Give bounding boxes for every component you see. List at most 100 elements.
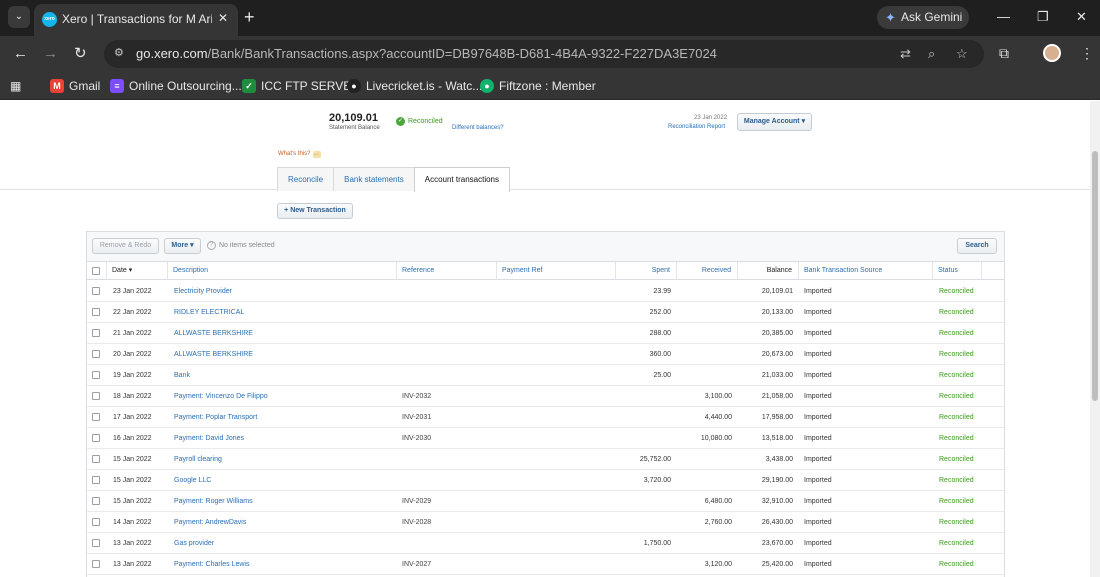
row-description-link[interactable]: Payment: Charles Lewis (174, 554, 394, 575)
row-description-link[interactable]: Google LLC (174, 470, 394, 491)
table-row[interactable]: 18 Jan 2022 Payment: Vincenzo De Filippo I… (87, 386, 1004, 407)
table-row[interactable]: 20 Jan 2022 ALLWASTE BERKSHIRE 360.00 20,67… (87, 344, 1004, 365)
browser-tab-active[interactable]: xero Xero | Transactions for M Arif Ali … (34, 4, 238, 36)
zoom-icon[interactable]: ⌕ (928, 46, 935, 62)
row-description-link[interactable]: Payment: AndrewDavis (174, 512, 394, 533)
page-scrollbar[interactable] (1090, 101, 1100, 577)
col-received[interactable]: Received (677, 262, 738, 280)
table-row[interactable]: 15 Jan 2022 Payment: Roger Williams INV-20… (87, 491, 1004, 512)
bookmark-online-outsourcing[interactable]: ≡ Online Outsourcing... (110, 78, 242, 94)
tab-reconcile[interactable]: Reconcile (277, 167, 335, 191)
row-checkbox[interactable] (92, 455, 100, 463)
row-spent: 3,720.00 (643, 477, 671, 484)
manage-account-button[interactable]: Manage Account ▾ (737, 113, 812, 131)
row-checkbox[interactable] (92, 476, 100, 484)
tab-account-transactions[interactable]: Account transactions (413, 167, 510, 192)
translate-icon[interactable]: ⇄ (900, 46, 911, 62)
row-checkbox[interactable] (92, 434, 100, 442)
row-description-link[interactable]: Electricity Provider (174, 281, 394, 302)
table-row[interactable]: 19 Jan 2022 Bank 25.00 21,033.00 Imported Rec… (87, 365, 1004, 386)
different-balances-link[interactable]: Different balances? (452, 125, 504, 131)
bookmark-label: ICC FTP SERVER (261, 79, 360, 93)
table-row[interactable]: 13 Jan 2022 Gas provider 1,750.00 23,670.00… (87, 533, 1004, 554)
table-row[interactable]: 14 Jan 2022 Payment: AndrewDavis INV-2028 2… (87, 512, 1004, 533)
url-host: go.xero.com (136, 46, 208, 61)
row-checkbox[interactable] (92, 518, 100, 526)
row-checkbox[interactable] (92, 287, 100, 295)
col-payment-ref[interactable]: Payment Ref (497, 262, 616, 280)
forward-arrow-icon[interactable]: → (43, 44, 58, 64)
row-description-link[interactable]: Payment: Roger Williams (174, 491, 394, 512)
row-description-link[interactable]: Payment: Vincenzo De Filippo (174, 386, 394, 407)
row-description-link[interactable]: Payroll clearing (174, 449, 394, 470)
reload-icon[interactable]: ↻ (74, 44, 87, 64)
tab-bank-statements[interactable]: Bank statements (333, 167, 415, 191)
row-checkbox[interactable] (92, 497, 100, 505)
bookmark-gmail[interactable]: M Gmail (50, 78, 100, 94)
table-row[interactable]: 16 Jan 2022 Payment: David Jones INV-2030 1… (87, 428, 1004, 449)
bookmark-icc-ftp[interactable]: ✓ ICC FTP SERVER (242, 78, 360, 94)
row-description-link[interactable]: Payment: David Jones (174, 428, 394, 449)
col-description[interactable]: Description (168, 262, 397, 280)
col-reference[interactable]: Reference (397, 262, 497, 280)
row-checkbox[interactable] (92, 371, 100, 379)
bookmark-fiftzone[interactable]: ● Fiftzone : Member (480, 78, 596, 94)
row-checkbox[interactable] (92, 560, 100, 568)
back-arrow-icon[interactable]: ← (13, 44, 28, 64)
col-date[interactable]: Date ▾ (107, 262, 168, 280)
table-row[interactable]: 21 Jan 2022 ALLWASTE BERKSHIRE 288.00 20,38… (87, 323, 1004, 344)
row-reference: INV-2032 (402, 393, 432, 400)
row-date: 20 Jan 2022 (113, 351, 152, 358)
search-button[interactable]: Search (957, 238, 997, 254)
scrollbar-thumb[interactable] (1092, 151, 1098, 401)
col-spent[interactable]: Spent (616, 262, 677, 280)
table-row[interactable]: 22 Jan 2022 RIDLEY ELECTRICAL 252.00 20,133… (87, 302, 1004, 323)
reconciliation-report-link[interactable]: Reconciliation Report (668, 124, 725, 130)
remove-redo-button[interactable]: Remove & Redo (92, 238, 159, 254)
bookmark-star-icon[interactable]: ☆ (956, 46, 968, 62)
row-description-link[interactable]: ALLWASTE BERKSHIRE (174, 344, 394, 365)
site-info-icon[interactable]: ⚙ (114, 46, 128, 60)
row-checkbox[interactable] (92, 350, 100, 358)
profile-avatar[interactable] (1043, 44, 1061, 62)
table-row[interactable]: 17 Jan 2022 Payment: Poplar Transport INV-… (87, 407, 1004, 428)
table-row[interactable]: 13 Jan 2022 Payment: Charles Lewis INV-202… (87, 554, 1004, 575)
bookmark-livecricket[interactable]: ● Livecricket.is - Watc... (347, 78, 482, 94)
row-balance: 21,033.00 (761, 372, 793, 379)
row-checkbox[interactable] (92, 308, 100, 316)
restore-window-icon[interactable]: ❐ (1037, 8, 1049, 26)
row-description-link[interactable]: RIDLEY ELECTRICAL (174, 302, 394, 323)
row-received (677, 449, 732, 470)
col-status[interactable]: Status (933, 262, 982, 280)
col-balance[interactable]: Balance (738, 262, 799, 280)
table-row[interactable]: 23 Jan 2022 Electricity Provider 23.99 20,1… (87, 281, 1004, 302)
help-question-icon[interactable]: ? (207, 241, 216, 250)
row-description-link[interactable]: Payment: Poplar Transport (174, 407, 394, 428)
new-transaction-button[interactable]: + New Transaction (277, 203, 353, 219)
extensions-puzzle-icon[interactable]: ⧉ (999, 45, 1009, 62)
address-bar[interactable]: ⚙ go.xero.com/Bank/BankTransactions.aspx… (104, 40, 984, 68)
url-text[interactable]: go.xero.com/Bank/BankTransactions.aspx?a… (136, 46, 717, 61)
row-description-link[interactable]: Bank (174, 365, 394, 386)
row-spent (616, 554, 671, 575)
whats-this-link[interactable]: What's this?… (278, 151, 321, 158)
apps-grid-icon[interactable]: ▦ (10, 78, 21, 94)
close-window-icon[interactable]: ✕ (1076, 8, 1087, 26)
minimize-window-icon[interactable]: — (997, 8, 1010, 26)
ask-gemini-button[interactable]: ✦ Ask Gemini (877, 6, 969, 29)
row-checkbox[interactable] (92, 539, 100, 547)
row-checkbox[interactable] (92, 329, 100, 337)
browser-menu-kebab-icon[interactable]: ⋮ (1080, 45, 1094, 62)
col-source[interactable]: Bank Transaction Source (799, 262, 933, 280)
table-row[interactable]: 15 Jan 2022 Google LLC 3,720.00 29,190.00 Im… (87, 470, 1004, 491)
more-dropdown-button[interactable]: More ▾ (164, 238, 201, 254)
row-description-link[interactable]: ALLWASTE BERKSHIRE (174, 323, 394, 344)
new-tab-plus-icon[interactable]: + (244, 7, 255, 27)
select-all-checkbox[interactable] (92, 267, 100, 275)
row-checkbox[interactable] (92, 392, 100, 400)
tab-close-icon[interactable]: ✕ (218, 11, 228, 25)
table-row[interactable]: 15 Jan 2022 Payroll clearing 25,752.00 3,43… (87, 449, 1004, 470)
row-checkbox[interactable] (92, 413, 100, 421)
row-description-link[interactable]: Gas provider (174, 533, 394, 554)
tab-search-menu-button[interactable]: ⌄ (8, 6, 30, 28)
